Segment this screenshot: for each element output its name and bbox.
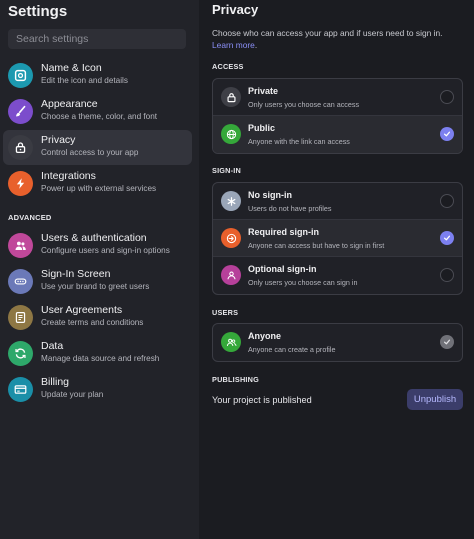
option-private[interactable]: Private Only users you choose can access [213, 79, 462, 116]
sidebar-item-integrations[interactable]: Integrations Power up with external serv… [3, 166, 192, 201]
users-icon [221, 332, 241, 352]
option-desc: Users do not have profiles [248, 204, 332, 213]
option-desc: Only users you choose can access [248, 100, 360, 109]
signin-icon [221, 228, 241, 248]
search-input[interactable] [8, 29, 186, 49]
sidebar-item-privacy[interactable]: Privacy Control access to your app [3, 130, 192, 165]
advanced-section-heading: ADVANCED [8, 213, 52, 222]
card-icon [8, 377, 33, 402]
users-icon [8, 233, 33, 258]
option-label: No sign-in [248, 190, 292, 200]
search-box[interactable] [8, 29, 186, 49]
settings-sidebar: Settings Name & Icon Edit the icon and d… [0, 0, 199, 539]
check-icon[interactable] [440, 335, 454, 349]
refresh-icon [8, 341, 33, 366]
sidebar-item-desc: Configure users and sign-in options [41, 246, 170, 255]
sidebar-item-billing[interactable]: Billing Update your plan [3, 372, 192, 407]
sidebar-item-signin-screen[interactable]: Sign-In Screen Use your brand to greet u… [3, 264, 192, 299]
document-icon [8, 305, 33, 330]
users-options: Anyone Anyone can create a profile [212, 323, 463, 362]
lock-icon [221, 87, 241, 107]
bolt-icon [8, 171, 33, 196]
lock-icon [8, 135, 33, 160]
sidebar-item-label: User Agreements [41, 304, 123, 316]
sidebar-item-data[interactable]: Data Manage data source and refresh [3, 336, 192, 371]
sidebar-item-label: Appearance [41, 98, 98, 110]
users-heading: USERS [212, 308, 239, 317]
option-optional-signin[interactable]: Optional sign-in Only users you choose c… [213, 257, 462, 294]
sidebar-item-label: Billing [41, 376, 70, 388]
option-label: Private [248, 86, 279, 96]
option-label: Optional sign-in [248, 264, 317, 274]
check-icon[interactable] [440, 231, 454, 245]
option-label: Anyone [248, 331, 282, 341]
sidebar-item-desc: Manage data source and refresh [41, 354, 160, 363]
sidebar-item-users-auth[interactable]: Users & authentication Configure users a… [3, 228, 192, 263]
option-label: Required sign-in [248, 227, 320, 237]
sidebar-title: Settings [8, 3, 68, 20]
radio-unselected[interactable] [440, 268, 454, 282]
option-label: Public [248, 123, 276, 133]
sidebar-item-desc: Control access to your app [41, 148, 139, 157]
signin-heading: SIGN-IN [212, 166, 241, 175]
sidebar-item-desc: Power up with external services [41, 184, 157, 193]
sidebar-item-desc: Create terms and conditions [41, 318, 144, 327]
sidebar-item-name-icon[interactable]: Name & Icon Edit the icon and details [3, 58, 192, 93]
radio-unselected[interactable] [440, 90, 454, 104]
access-heading: ACCESS [212, 62, 244, 71]
globe-icon [221, 124, 241, 144]
privacy-panel: Privacy Choose who can access your app a… [199, 0, 474, 539]
option-anyone[interactable]: Anyone Anyone can create a profile [213, 324, 462, 361]
publish-status: Your project is published [212, 395, 312, 405]
signin-screen-icon [8, 269, 33, 294]
option-no-signin[interactable]: No sign-in Users do not have profiles [213, 183, 462, 220]
asterisk-icon [221, 191, 241, 211]
sidebar-item-label: Privacy [41, 134, 76, 146]
image-icon [8, 63, 33, 88]
check-icon[interactable] [440, 127, 454, 141]
page-title: Privacy [212, 2, 259, 17]
sidebar-item-label: Data [41, 340, 64, 352]
page-description: Choose who can access your app and if us… [212, 27, 462, 51]
publishing-heading: PUBLISHING [212, 375, 259, 384]
sidebar-item-label: Sign-In Screen [41, 268, 111, 280]
sidebar-item-label: Users & authentication [41, 232, 147, 244]
access-options: Private Only users you choose can access… [212, 78, 463, 154]
sidebar-item-user-agreements[interactable]: User Agreements Create terms and conditi… [3, 300, 192, 335]
unpublish-button[interactable]: Unpublish [407, 389, 463, 410]
option-desc: Anyone can create a profile [248, 345, 336, 354]
learn-more-link[interactable]: Learn more [212, 40, 255, 50]
sidebar-item-desc: Use your brand to greet users [41, 282, 150, 291]
description-end: . [254, 40, 258, 50]
option-desc: Anyone can access but have to sign in fi… [248, 241, 385, 250]
option-required-signin[interactable]: Required sign-in Anyone can access but h… [213, 220, 462, 257]
brush-icon [8, 99, 33, 124]
sidebar-item-label: Integrations [41, 170, 96, 182]
sidebar-item-desc: Edit the icon and details [41, 76, 128, 85]
option-desc: Only users you choose can sign in [248, 278, 358, 287]
description-text: Choose who can access your app and if us… [212, 28, 443, 38]
sidebar-item-desc: Choose a theme, color, and font [41, 112, 158, 121]
signin-options: No sign-in Users do not have profiles Re… [212, 182, 463, 295]
sidebar-item-label: Name & Icon [41, 62, 102, 74]
radio-unselected[interactable] [440, 194, 454, 208]
sidebar-item-desc: Update your plan [41, 390, 104, 399]
option-desc: Anyone with the link can access [248, 137, 350, 146]
sidebar-item-appearance[interactable]: Appearance Choose a theme, color, and fo… [3, 94, 192, 129]
user-icon [221, 265, 241, 285]
option-public[interactable]: Public Anyone with the link can access [213, 116, 462, 153]
